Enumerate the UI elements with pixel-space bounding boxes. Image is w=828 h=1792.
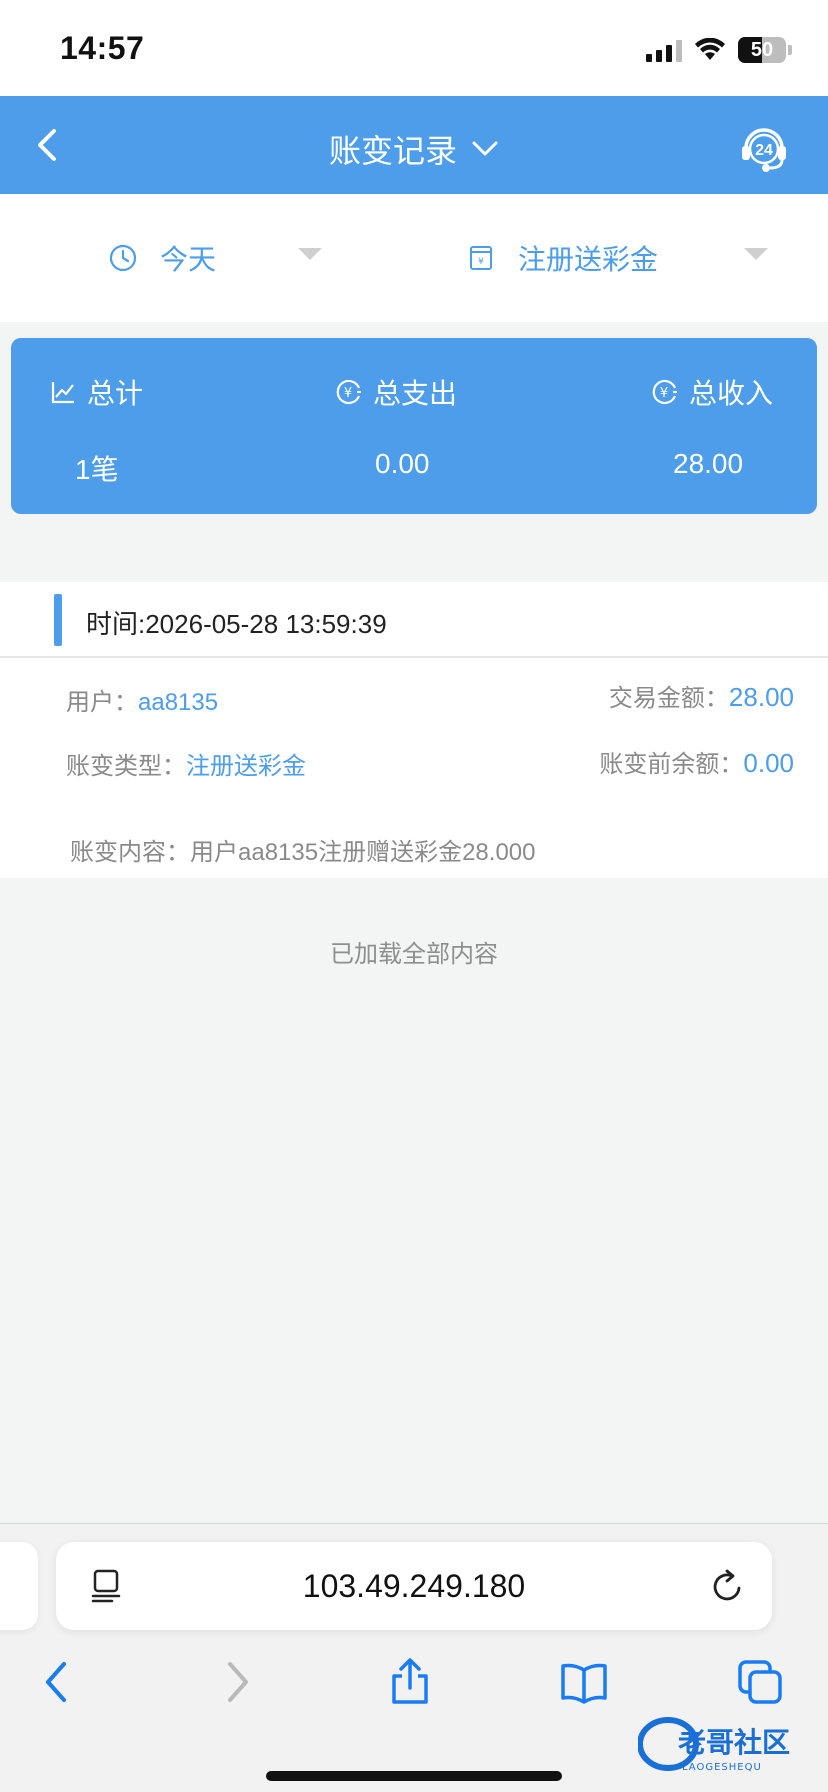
type-filter[interactable]: ¥ 注册送彩金 <box>466 238 658 278</box>
record-user-label: 用户： <box>66 689 138 716</box>
transaction-record[interactable]: 时间:2026-05-28 13:59:39 用户：aa8135 交易金额：28… <box>0 582 828 878</box>
record-user: 用户：aa8135 <box>66 682 218 717</box>
browser-toolbar: 103.49.249.180 老哥社区 LAOGESHEQU <box>0 1523 828 1792</box>
record-user-value: aa8135 <box>138 689 219 716</box>
summary-expense: ¥ 总支出 0.00 <box>335 372 457 480</box>
status-icons: 50 <box>646 34 792 66</box>
summary-card: 总计 1笔 ¥ 总支出 0.00 ¥ 总收入 28.00 <box>11 338 817 514</box>
share-icon[interactable] <box>386 1658 434 1706</box>
svg-text:老哥社区: 老哥社区 <box>678 1726 790 1759</box>
browser-forward-icon[interactable] <box>212 1658 260 1706</box>
record-header: 时间:2026-05-28 13:59:39 <box>0 582 828 658</box>
type-filter-label: 注册送彩金 <box>518 244 659 275</box>
record-balance-before-value: 0.00 <box>743 748 794 778</box>
svg-text:¥: ¥ <box>660 386 668 401</box>
browser-back-icon[interactable] <box>34 1658 82 1706</box>
bookmarks-icon[interactable] <box>560 1658 608 1706</box>
battery-level: 50 <box>750 38 774 61</box>
nav-header: 账变记录 24 <box>0 96 828 194</box>
page-title-dropdown[interactable]: 账变记录 <box>0 126 828 172</box>
clock-icon <box>109 244 137 272</box>
watermark-logo: 老哥社区 LAOGESHEQU <box>638 1717 790 1773</box>
record-type-label: 账变类型： <box>66 753 186 780</box>
record-balance-before: 账变前余额：0.00 <box>599 744 794 779</box>
record-balance-before-label: 账变前余额： <box>599 751 744 778</box>
previous-tab-peek[interactable] <box>0 1542 38 1630</box>
summary-expense-value: 0.00 <box>375 448 430 479</box>
wifi-icon <box>695 38 725 60</box>
svg-text:¥: ¥ <box>344 386 352 401</box>
record-accent-bar <box>54 594 62 646</box>
record-type: 账变类型：注册送彩金 <box>66 746 306 781</box>
record-amount-value: 28.00 <box>728 682 794 712</box>
support-badge: 24 <box>755 142 773 159</box>
page-title: 账变记录 <box>328 133 457 169</box>
home-indicator <box>266 1771 562 1781</box>
summary-total-label: 总计 <box>87 378 144 409</box>
yen-coin-icon: ¥ <box>336 379 361 405</box>
summary-income-value: 28.00 <box>673 448 744 479</box>
reload-icon[interactable] <box>708 1566 746 1606</box>
date-filter-arrow-icon[interactable] <box>298 248 322 260</box>
summary-income-label: 总收入 <box>689 378 774 409</box>
address-bar[interactable]: 103.49.249.180 <box>56 1542 772 1630</box>
status-time: 14:57 <box>60 30 145 66</box>
summary-total-value: 1笔 <box>75 454 119 485</box>
date-filter[interactable]: 今天 <box>108 238 216 278</box>
customer-service-icon[interactable]: 24 <box>736 118 792 174</box>
record-type-value: 注册送彩金 <box>186 753 306 780</box>
yen-coin-icon: ¥ <box>652 379 677 405</box>
summary-income: ¥ 总收入 28.00 <box>651 372 773 480</box>
tabs-icon[interactable] <box>736 1658 784 1706</box>
wallet-icon: ¥ <box>470 246 492 270</box>
type-filter-arrow-icon[interactable] <box>744 248 768 260</box>
all-loaded-text: 已加载全部内容 <box>330 941 498 968</box>
summary-expense-label: 总支出 <box>373 378 458 409</box>
summary-total: 总计 1笔 <box>49 372 143 488</box>
record-content: 账变内容：用户aa8135注册赠送彩金28.000 <box>70 839 536 866</box>
status-bar: 14:57 50 <box>0 0 828 96</box>
battery-icon: 50 <box>738 37 786 63</box>
record-time: 时间:2026-05-28 13:59:39 <box>86 609 387 639</box>
chevron-down-icon <box>472 141 498 156</box>
svg-text:¥: ¥ <box>478 257 484 267</box>
trend-chart-icon <box>51 382 74 404</box>
cellular-signal-icon <box>646 38 682 62</box>
date-filter-label: 今天 <box>160 244 217 275</box>
svg-text:LAOGESHEQU: LAOGESHEQU <box>682 1762 762 1773</box>
record-amount-label: 交易金额： <box>608 685 729 712</box>
address-url: 103.49.249.180 <box>302 1568 526 1604</box>
record-amount: 交易金额：28.00 <box>609 678 794 713</box>
filter-bar: 今天 ¥ 注册送彩金 <box>0 194 828 322</box>
